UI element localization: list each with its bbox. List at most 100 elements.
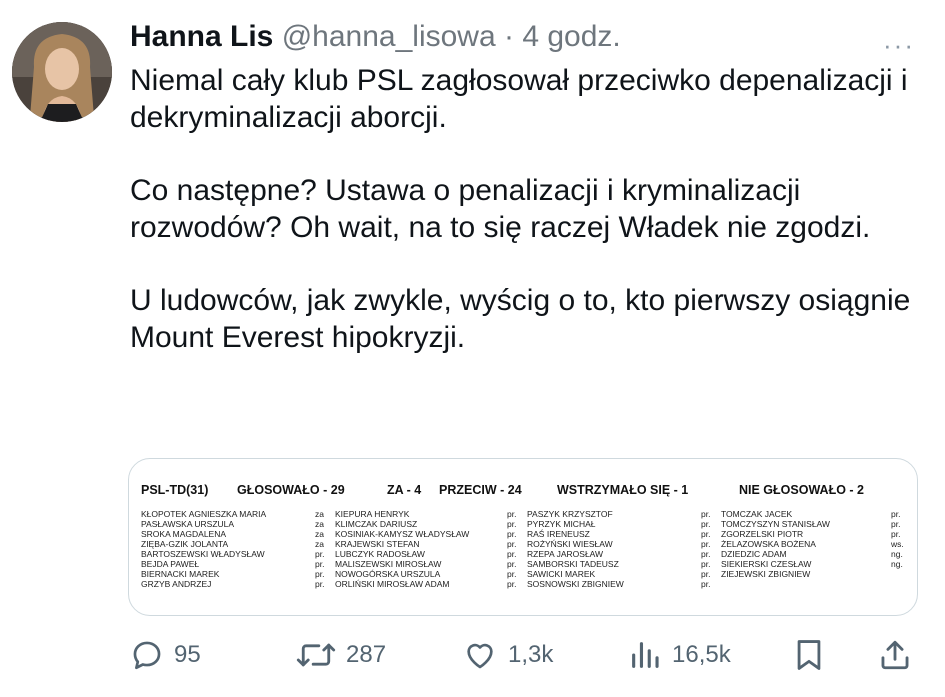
share-button[interactable] [878,630,912,680]
mp-name: KLIMCZAK DARIUSZ [335,519,418,529]
mp-vote: pr. [701,529,711,539]
abstained-header: WSTRZYMAŁO SIĘ - 1 [557,483,689,497]
mp-name: BARTOSZEWSKI WŁADYSŁAW [141,549,265,559]
mp-name: SAWICKI MAREK [527,569,596,579]
vote-column-3-names: PASZYK KRZYSZTOF PYRZYK MICHAŁ RAŚ IRENE… [527,509,624,589]
views-bar-chart-icon [632,642,659,668]
action-bar: 95 287 1,3k 16,5k [0,630,945,680]
mp-vote: pr. [891,519,901,529]
mp-name: GRZYB ANDRZEJ [141,579,212,589]
mp-vote: pr. [315,579,325,589]
mp-name: BEJDA PAWEŁ [141,559,200,569]
mp-name: LUBCZYK RADOSŁAW [335,549,425,559]
mp-vote: ng. [891,549,903,559]
mp-name: RZEPA JAROSŁAW [527,549,604,559]
mp-vote: za [315,529,324,539]
author-handle[interactable]: @hanna_lisowa [282,20,496,53]
mp-name: RAŚ IRENEUSZ [527,529,590,539]
mp-vote: pr. [315,569,325,579]
mp-vote: pr. [701,539,711,549]
tweet-paragraph: U ludowców, jak zwykle, wyścig o to, kto… [130,284,911,354]
tweet-paragraph: Co następne? Ustawa o penalizacji i krym… [130,174,871,244]
mp-name: KOSINIAK-KAMYSZ WŁADYSŁAW [335,529,470,539]
mp-name: KRAJEWSKI STEFAN [335,539,420,549]
mp-name: PASZYK KRZYSZTOF [527,509,613,519]
mp-vote: pr. [507,559,517,569]
tweet-header: Hanna Lis @hanna_lisowa · 4 godz. [130,18,621,56]
heart-icon [467,643,493,669]
repost-count: 287 [346,641,387,668]
mp-name: KŁOPOTEK AGNIESZKA MARIA [141,509,267,519]
vote-column-2-names: KIEPURA HENRYK KLIMCZAK DARIUSZ KOSINIAK… [335,509,469,589]
mp-vote: za [315,539,324,549]
mp-vote: pr. [701,579,711,589]
mp-vote: pr. [507,529,517,539]
mp-name: KIEPURA HENRYK [335,509,410,519]
mp-name: SROKA MAGDALENA [141,529,227,539]
timestamp[interactable]: 4 godz. [522,20,620,53]
mp-vote: pr. [891,509,901,519]
repost-arrows-icon [296,643,336,667]
vote-results-image[interactable]: PSL-TD(31) GŁOSOWAŁO - 29 ZA - 4 PRZECIW… [128,458,918,616]
vote-column-2-votes: pr. pr. pr. pr. pr. pr. pr. pr. [507,509,516,589]
mp-name: ZGORZELSKI PIOTR [721,529,804,539]
reply-bubble-icon [133,641,161,670]
avatar[interactable] [12,22,112,122]
mp-vote [891,579,904,589]
mp-name: DZIEDZIC ADAM [721,549,787,559]
mp-vote: pr. [701,559,711,569]
voted-header: GŁOSOWAŁO - 29 [237,483,345,497]
author-name[interactable]: Hanna Lis [130,20,273,53]
mp-name: MALISZEWSKI MIROSŁAW [335,559,442,569]
mp-vote: pr. [507,569,517,579]
mp-name [721,579,830,589]
reply-button[interactable]: 95 [130,630,201,680]
mp-vote: ws. [891,539,904,549]
tweet-text: Niemal cały klub PSL zagłosował przeciwk… [130,62,920,392]
mp-vote: ng. [891,559,903,569]
not-voted-header: NIE GŁOSOWAŁO - 2 [739,483,865,497]
vote-column-3-votes: pr. pr. pr. pr. pr. pr. pr. pr. [701,509,710,589]
mp-name: BIERNACKI MAREK [141,569,220,579]
mp-vote: pr. [315,549,325,559]
separator-dot: · [504,20,514,53]
mp-vote: pr. [507,509,517,519]
share-upload-icon [881,640,909,670]
mp-name: SAMBORSKI TADEUSZ [527,559,619,569]
mp-name: ZIĘBA-GZIK JOLANTA [141,539,229,549]
mp-name: ORLIŃSKI MIROSŁAW ADAM [335,579,450,589]
like-button[interactable]: 1,3k [462,630,553,680]
mp-vote: za [315,509,324,519]
mp-vote: pr. [507,519,517,529]
mp-vote: pr. [891,529,901,539]
views-count: 16,5k [672,641,731,668]
mp-vote: pr. [507,579,517,589]
more-options-icon[interactable]: ··· [883,30,915,61]
mp-name: PYRZYK MICHAŁ [527,519,596,529]
repost-button[interactable]: 287 [296,630,386,680]
against-header: PRZECIW - 24 [439,483,522,497]
reply-count: 95 [174,641,201,668]
vote-column-4-votes: pr. pr. pr. ws. ng. ng. [891,509,904,589]
for-header: ZA - 4 [387,483,422,497]
bookmark-icon [797,640,821,670]
mp-vote: pr. [507,549,517,559]
mp-vote: pr. [701,509,711,519]
vote-column-4-names: TOMCZAK JACEK TOMCZYSZYN STANISŁAW ZGORZ… [721,509,830,589]
mp-vote: pr. [701,569,711,579]
avatar-photo [12,22,112,122]
mp-name: ZIEJEWSKI ZBIGNIEW [721,569,811,579]
views-button[interactable]: 16,5k [628,630,731,680]
club-header: PSL-TD(31) [141,483,209,497]
mp-vote: pr. [701,519,711,529]
vote-column-1-names: KŁOPOTEK AGNIESZKA MARIA PASŁAWSKA URSZU… [141,509,266,589]
mp-name: ROŻYŃSKI WIESŁAW [527,539,613,549]
mp-name: SOSNOWSKI ZBIGNIEW [527,579,624,589]
vote-column-1-votes: za za za za pr. pr. pr. pr. [315,509,324,589]
mp-name: ŻELAZOWSKA BOŻENA [721,539,816,549]
mp-name: PASŁAWSKA URSZULA [141,519,235,529]
tweet-paragraph: Niemal cały klub PSL zagłosował przeciwk… [130,64,908,134]
mp-name: NOWOGÓRSKA URSZULA [335,569,441,579]
bookmark-button[interactable] [794,630,824,680]
like-count: 1,3k [508,641,554,668]
